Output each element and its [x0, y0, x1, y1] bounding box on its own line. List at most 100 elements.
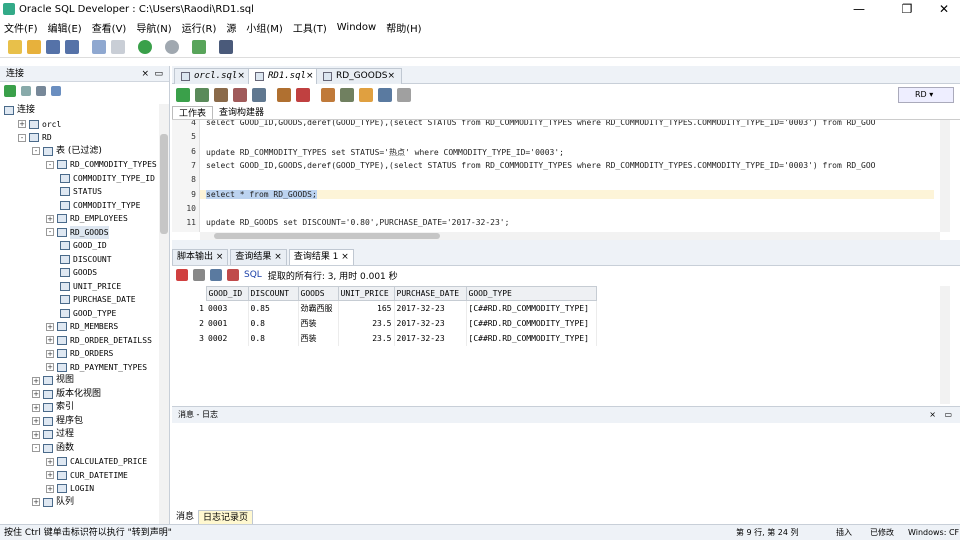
editor-tab[interactable]: orcl.sql × — [174, 68, 252, 84]
minimize-icon[interactable]: — — [843, 0, 875, 18]
editor-hscroll-thumb[interactable] — [214, 233, 440, 239]
tab-messages[interactable]: 消息 — [172, 510, 198, 524]
expand-icon[interactable]: + — [32, 376, 40, 385]
tree-node[interactable]: - RD — [18, 131, 52, 144]
panel-splitter[interactable] — [172, 240, 960, 248]
clear-results-icon[interactable] — [227, 269, 239, 281]
table-cell[interactable]: 165 — [338, 300, 395, 316]
tree-node[interactable]: COMMODITY_TYPE — [60, 199, 140, 212]
expand-icon[interactable]: + — [46, 457, 54, 466]
column-header[interactable]: GOOD_TYPE — [465, 286, 597, 301]
tree-node[interactable]: + orcl — [18, 118, 61, 131]
refresh-icon[interactable] — [21, 86, 31, 96]
tree-node[interactable]: + RD_MEMBERS — [46, 320, 118, 333]
commit-icon[interactable] — [214, 88, 228, 102]
expand-icon[interactable]: + — [32, 430, 40, 439]
expand-icon[interactable]: + — [46, 336, 54, 344]
table-cell[interactable]: 2017-32-23 — [394, 330, 467, 346]
table-cell[interactable]: 0001 — [206, 315, 249, 331]
table-cell[interactable]: 0002 — [206, 330, 249, 346]
table-row[interactable]: 3 0002 0.8 西装 23.5 2017-32-23 [C##RD.RD_COMMOD… — [172, 330, 597, 346]
save-all-icon[interactable] — [65, 39, 79, 54]
tree-node[interactable]: - 函数 — [32, 442, 74, 455]
collapse-icon[interactable]: - — [46, 228, 54, 236]
expand-icon[interactable]: + — [46, 484, 54, 493]
undo-icon[interactable] — [92, 39, 106, 54]
expand-icon[interactable]: + — [18, 120, 26, 128]
collapse-icon[interactable]: - — [32, 147, 40, 155]
collapse-icon[interactable]: - — [18, 133, 26, 142]
table-cell[interactable]: 0.8 — [248, 315, 299, 331]
tree-scroll-thumb[interactable] — [160, 134, 168, 234]
close-tab-icon[interactable]: × — [237, 69, 245, 84]
table-cell[interactable]: 0003 — [206, 300, 249, 316]
column-header[interactable]: UNIT_PRICE — [337, 286, 395, 301]
code-line[interactable]: select GOOD_ID,GOODS,deref(GOOD_TYPE),(s… — [206, 161, 875, 170]
tree-node[interactable]: - RD_GOODS — [46, 225, 109, 239]
print-icon[interactable] — [193, 269, 205, 281]
table-cell[interactable]: 西装 — [298, 315, 339, 331]
table-cell[interactable]: 西装 — [298, 330, 339, 346]
minimize-log-icon[interactable]: ▭ — [944, 407, 952, 423]
tree-node[interactable]: + 过程 — [32, 428, 74, 441]
editor-vscroll[interactable] — [940, 120, 950, 232]
collapse-icon[interactable]: - — [32, 444, 40, 452]
add-connection-icon[interactable] — [4, 85, 16, 97]
format-icon[interactable] — [340, 88, 354, 102]
expand-icon[interactable]: + — [46, 349, 54, 358]
grid-scrollbar[interactable] — [940, 286, 950, 404]
collapse-icon[interactable]: - — [46, 160, 54, 169]
column-header[interactable]: GOODS — [297, 286, 339, 301]
close-log-icon[interactable]: × — [929, 407, 936, 423]
table-cell[interactable]: 劲霸西服 — [298, 300, 339, 316]
table-cell[interactable]: 23.5 — [338, 315, 395, 331]
column-header[interactable]: GOOD_ID — [205, 286, 249, 301]
tree-node[interactable]: + 索引 — [32, 401, 74, 414]
tab-script-output[interactable]: 脚本输出 × — [172, 249, 229, 265]
menu-item[interactable]: 源 — [226, 20, 236, 35]
tree-node[interactable]: + RD_PAYMENT_TYPES — [46, 361, 147, 374]
connection-select[interactable]: RD ▾ — [898, 87, 954, 103]
tree-node[interactable]: + 视图 — [32, 374, 74, 387]
editor-tab[interactable]: RD_GOODS × — [316, 68, 403, 84]
column-header[interactable]: PURCHASE_DATE — [393, 286, 467, 301]
column-header[interactable]: DISCOUNT — [247, 286, 299, 301]
filter-icon[interactable] — [36, 86, 46, 96]
tree-node[interactable]: STATUS — [60, 185, 102, 198]
tree-node[interactable]: DISCOUNT — [60, 253, 112, 266]
pin-icon[interactable] — [176, 269, 188, 281]
editor-hscroll[interactable] — [200, 232, 940, 240]
sql-tuning-icon[interactable] — [378, 88, 392, 102]
tree-node[interactable]: GOOD_TYPE — [60, 307, 116, 320]
menu-item[interactable]: 文件(F) — [4, 20, 38, 35]
expand-icon[interactable]: + — [46, 214, 54, 223]
expand-icon[interactable]: + — [32, 498, 40, 506]
tree-node[interactable]: + 程序包 — [32, 415, 83, 428]
code-line[interactable]: select GOOD_ID,GOODS,deref(GOOD_TYPE),(s… — [206, 120, 875, 127]
tab-logging-page[interactable]: 日志记录页 — [198, 510, 254, 524]
menu-item[interactable]: 编辑(E) — [48, 20, 82, 35]
tab-worksheet[interactable]: 工作表 — [172, 106, 214, 119]
open-icon[interactable] — [27, 39, 41, 54]
tree-node[interactable]: + 版本化视图 — [32, 388, 101, 401]
tree-node[interactable]: + CUR_DATETIME — [46, 469, 128, 482]
table-cell[interactable]: 23.5 — [338, 330, 395, 346]
history-icon[interactable] — [321, 88, 335, 102]
code-line[interactable]: update RD_COMMODITY_TYPES set STATUS='热点… — [206, 147, 564, 158]
table-row[interactable]: 1 0003 0.85 劲霸西服 165 2017-32-23 [C##RD.RD_COMM… — [172, 300, 597, 316]
expand-icon[interactable]: + — [32, 403, 40, 412]
tree-node[interactable]: + RD_EMPLOYEES — [46, 212, 128, 225]
back-icon[interactable] — [138, 39, 152, 54]
code-line[interactable]: select * from RD_GOODS; — [200, 189, 934, 199]
expand-icon[interactable]: + — [46, 322, 54, 331]
tree-node[interactable]: COMMODITY_TYPE_ID — [60, 172, 155, 185]
refresh-results-icon[interactable] — [210, 269, 222, 281]
tools-icon[interactable] — [397, 88, 411, 102]
table-cell[interactable]: 0.8 — [248, 330, 299, 346]
tree-node[interactable]: + LOGIN — [46, 482, 94, 495]
binoculars-icon[interactable] — [219, 39, 233, 54]
tree-node[interactable]: + RD_ORDER_DETAILSS — [46, 334, 152, 347]
close-tab-icon[interactable]: × — [387, 69, 395, 84]
menu-item[interactable]: 帮助(H) — [386, 20, 421, 35]
tree-node[interactable]: - 表 (已过滤) — [32, 145, 102, 158]
